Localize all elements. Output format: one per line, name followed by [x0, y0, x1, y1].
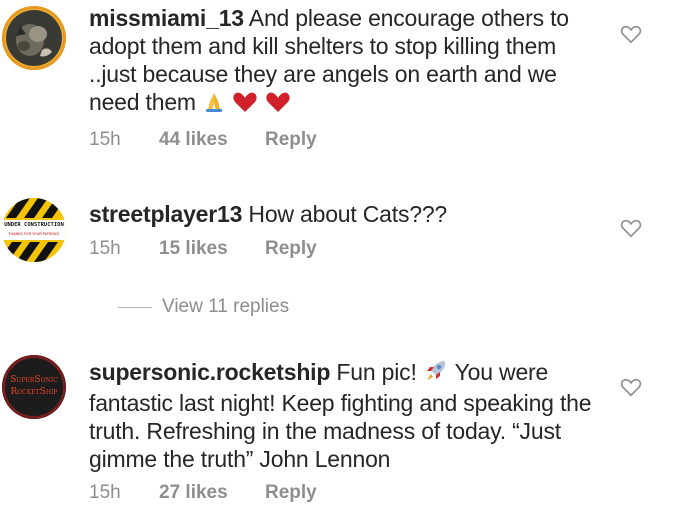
reply-button[interactable]: Reply	[265, 238, 317, 260]
like-heart-icon[interactable]	[620, 217, 642, 239]
comment-text: How about Cats???	[248, 201, 448, 227]
comment-meta: 15h 15 likes Reply	[89, 238, 317, 260]
username[interactable]: missmiami_13	[89, 5, 244, 31]
red-heart-icon	[232, 91, 258, 119]
timestamp: 15h	[89, 238, 121, 259]
comment-meta: 15h 27 likes Reply	[89, 482, 317, 504]
reply-button[interactable]: Reply	[265, 482, 317, 504]
avatar-missmiami[interactable]	[2, 6, 66, 70]
avatar-cat-photo	[6, 10, 62, 66]
avatar-streetplayer[interactable]: UNDER CONSTRUCTION THANKS FOR YOUR PATIE…	[2, 198, 66, 262]
comment-meta: 15h 44 likes Reply	[89, 129, 317, 151]
avatar-label-bottom: THANKS FOR YOUR PATIENCE	[8, 232, 60, 236]
avatar-supersonic[interactable]: SuperSonic RocketShip	[2, 355, 66, 419]
comment-text-block: supersonic.rocketship Fun pic! You were …	[89, 358, 609, 473]
view-replies-button[interactable]: View 11 replies	[118, 296, 289, 318]
username[interactable]: supersonic.rocketship	[89, 359, 330, 385]
avatar-label-bottom: RocketShip	[10, 387, 58, 397]
folded-hands-icon	[202, 91, 226, 119]
comment-text-block: streetplayer13 How about Cats???	[89, 200, 609, 228]
reply-button[interactable]: Reply	[265, 129, 317, 151]
like-heart-icon[interactable]	[620, 376, 642, 398]
comment-text-part1: Fun pic!	[336, 359, 417, 385]
comment-text-block: missmiami_13 And please encourage others…	[89, 4, 609, 119]
red-heart-icon	[265, 91, 291, 119]
likes-count[interactable]: 44 likes	[159, 129, 265, 151]
timestamp: 15h	[89, 129, 121, 150]
rocket-icon	[423, 359, 449, 389]
timestamp: 15h	[89, 482, 121, 503]
likes-count[interactable]: 27 likes	[159, 482, 265, 504]
like-heart-icon[interactable]	[620, 23, 642, 45]
avatar-label-top: SuperSonic	[10, 375, 58, 385]
avatar-label-top: UNDER CONSTRUCTION	[4, 222, 64, 228]
username[interactable]: streetplayer13	[89, 201, 242, 227]
view-replies-divider	[118, 306, 152, 308]
view-replies-label: View 11 replies	[162, 296, 290, 317]
likes-count[interactable]: 15 likes	[159, 238, 265, 260]
